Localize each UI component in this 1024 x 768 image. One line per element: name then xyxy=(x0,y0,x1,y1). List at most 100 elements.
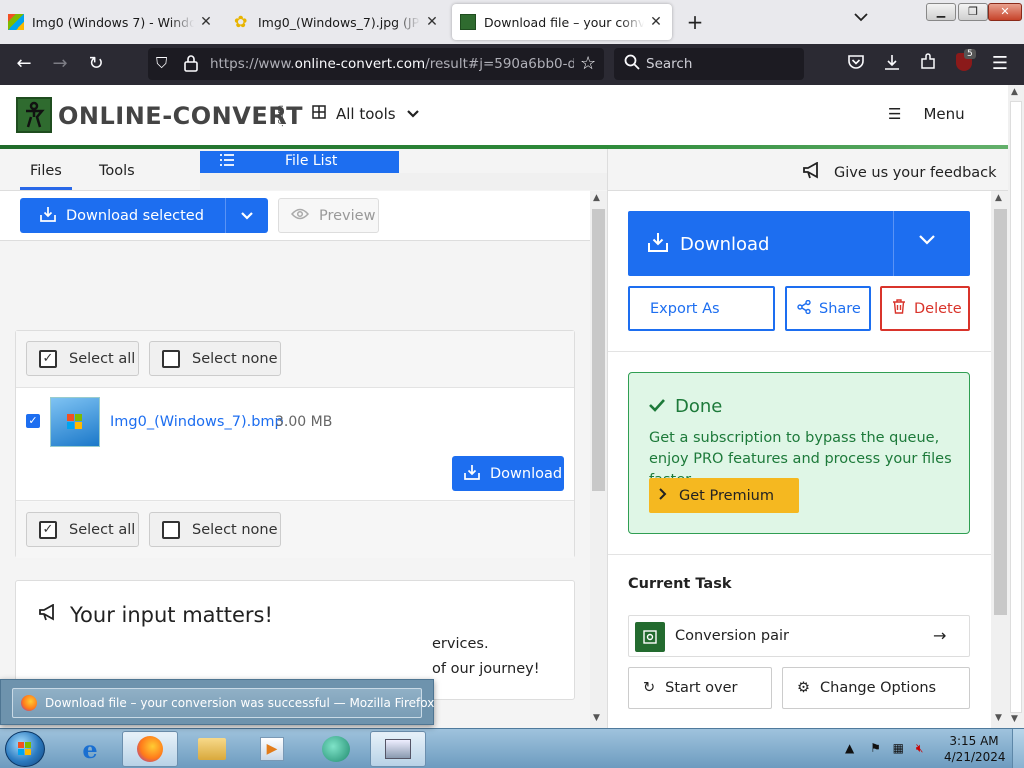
file-explorer-icon[interactable] xyxy=(184,731,240,767)
action-center-flag-icon[interactable]: ⚑ xyxy=(870,741,881,755)
file-checkbox[interactable]: ✓ xyxy=(26,414,40,428)
export-as-button[interactable]: Export As xyxy=(628,286,775,331)
download-main[interactable]: Download xyxy=(648,232,769,257)
close-window-button[interactable]: ✕ xyxy=(988,3,1022,21)
file-selection-box: ✓ Select all Select none ✓ Img0_(Windows… xyxy=(15,330,575,558)
scroll-up-arrow-icon[interactable]: ▲ xyxy=(995,193,1002,203)
back-arrow-icon[interactable]: ← xyxy=(12,53,36,74)
tab-files[interactable]: Files xyxy=(20,163,72,190)
messenger-app-icon[interactable] xyxy=(308,731,364,767)
show-desktop-button[interactable] xyxy=(1012,729,1024,768)
taskbar-thumbnail-tooltip[interactable]: Download file – your conversion was succ… xyxy=(0,679,434,725)
scroll-down-arrow-icon[interactable]: ▼ xyxy=(593,713,600,723)
ublock-extension-icon[interactable]: 5 xyxy=(952,49,976,76)
hamburger-menu-icon[interactable]: ☰ xyxy=(988,53,1012,74)
url-bar[interactable]: ⛉ https://www.online-convert.com/result#… xyxy=(148,48,604,80)
new-tab-button[interactable]: + xyxy=(684,10,706,34)
scrollbar-thumb[interactable] xyxy=(994,209,1007,615)
input-matters-text-line2: of our journey! xyxy=(432,661,540,677)
all-tools-dropdown[interactable]: All tools xyxy=(312,105,420,123)
files-scrollbar[interactable]: ▲ ▼ xyxy=(590,191,607,728)
maximize-button[interactable]: ❐ xyxy=(958,3,988,21)
download-selected-button[interactable]: Download selected xyxy=(20,198,268,233)
network-icon[interactable]: ▦ xyxy=(893,741,904,755)
page-scrollbar[interactable]: ▲ ▼ xyxy=(1008,85,1024,728)
file-list-label: File List xyxy=(285,153,338,169)
select-none-button[interactable]: Select none xyxy=(149,341,281,376)
logo-text[interactable]: ONLINE-CONVERT xyxy=(58,102,303,130)
delete-label: Delete xyxy=(914,300,962,317)
download-options-chevron-icon[interactable] xyxy=(918,231,936,250)
browser-tab-3-active[interactable]: Download file – your conversion was succ… xyxy=(452,4,672,40)
close-icon[interactable]: ✕ xyxy=(648,14,664,30)
scroll-down-arrow-icon[interactable]: ▼ xyxy=(995,713,1002,723)
clock-time[interactable]: 3:15 AM xyxy=(948,734,1000,748)
conversion-pair-row[interactable]: Conversion pair → xyxy=(628,615,970,657)
show-hidden-icons-icon[interactable]: ▲ xyxy=(845,741,854,755)
delete-button[interactable]: Delete xyxy=(880,286,970,331)
search-icon xyxy=(624,54,640,74)
download-tray-icon xyxy=(464,464,480,484)
change-options-button[interactable]: ⚙ Change Options xyxy=(782,667,970,709)
search-bar[interactable]: Search xyxy=(614,48,804,80)
forward-arrow-icon[interactable]: → xyxy=(48,53,72,74)
grid-icon xyxy=(312,105,326,123)
tooltip-content[interactable]: Download file – your conversion was succ… xyxy=(12,688,434,718)
scroll-up-arrow-icon[interactable]: ▲ xyxy=(1011,87,1018,97)
file-thumbnail[interactable] xyxy=(50,397,100,447)
preview-button[interactable]: Preview xyxy=(278,198,379,233)
menu-button[interactable]: ☰ Menu xyxy=(888,105,965,123)
extensions-icon[interactable] xyxy=(916,53,940,76)
close-icon[interactable]: ✕ xyxy=(198,14,214,30)
result-scrollbar[interactable]: ▲ ▼ xyxy=(991,191,1008,728)
tab-tools[interactable]: Tools xyxy=(99,163,135,179)
list-icon xyxy=(220,154,234,170)
firefox-taskbar-icon[interactable] xyxy=(122,731,178,767)
browser-tab-1[interactable]: Img0 (Windows 7) - Windows 7 Wallpaper ✕ xyxy=(0,4,222,40)
horizontal-scrollbar[interactable] xyxy=(200,173,607,190)
get-premium-button[interactable]: Get Premium xyxy=(649,478,799,513)
bookmark-star-icon[interactable]: ☆ xyxy=(580,53,596,74)
start-over-button[interactable]: ↻ Start over xyxy=(628,667,772,709)
select-all-button[interactable]: ✓ Select all xyxy=(26,341,139,376)
select-none-button[interactable]: Select none xyxy=(149,512,281,547)
close-icon[interactable]: ✕ xyxy=(424,14,440,30)
start-button[interactable] xyxy=(5,731,45,767)
clock-date[interactable]: 4/21/2024 xyxy=(944,750,1006,764)
megaphone-icon xyxy=(38,603,58,627)
lock-icon[interactable] xyxy=(184,54,198,76)
pocket-icon[interactable] xyxy=(844,53,868,76)
minimize-button[interactable]: ▁ xyxy=(926,3,956,21)
scrollbar-thumb[interactable] xyxy=(1010,101,1022,713)
downloads-icon[interactable] xyxy=(880,53,904,76)
file-list-tab[interactable]: File List xyxy=(200,151,399,173)
internet-explorer-icon[interactable]: e xyxy=(62,731,118,767)
printer-app-icon[interactable] xyxy=(370,731,426,767)
share-button[interactable]: Share xyxy=(785,286,871,331)
divider xyxy=(608,351,991,352)
chevron-right-icon xyxy=(659,487,667,504)
download-label: Download xyxy=(490,465,563,482)
scroll-up-arrow-icon[interactable]: ▲ xyxy=(593,193,600,203)
windows-image-favicon xyxy=(8,14,24,30)
logo-icon[interactable] xyxy=(16,97,52,133)
browser-tab-2[interactable]: ✿ Img0_(Windows_7).jpg (JPEG Image) ✕ xyxy=(226,4,448,40)
file-name-link[interactable]: Img0_(Windows_7).bmp xyxy=(110,414,284,430)
download-selected-main[interactable]: Download selected xyxy=(20,198,226,233)
download-options-chevron-icon[interactable] xyxy=(226,198,268,233)
files-toolbar: Download selected Preview xyxy=(0,191,590,241)
download-button[interactable]: Download xyxy=(628,211,970,276)
done-title: Done xyxy=(675,396,723,417)
select-all-button[interactable]: ✓ Select all xyxy=(26,512,139,547)
share-label: Share xyxy=(819,300,861,317)
feedback-link[interactable]: Give us your feedback xyxy=(802,161,997,184)
list-tabs-chevron-icon[interactable] xyxy=(854,10,868,26)
media-player-icon[interactable]: ▶ xyxy=(244,731,300,767)
volume-muted-icon[interactable]: 🔇︎ xyxy=(916,741,924,755)
reload-icon[interactable]: ↻ xyxy=(84,53,108,74)
url-text[interactable]: https://www.online-convert.com/result#j=… xyxy=(210,56,574,72)
shield-icon[interactable]: ⛉ xyxy=(156,54,167,72)
scrollbar-thumb[interactable] xyxy=(592,209,605,491)
scroll-down-arrow-icon[interactable]: ▼ xyxy=(1011,714,1018,724)
file-download-button[interactable]: Download xyxy=(452,456,564,491)
